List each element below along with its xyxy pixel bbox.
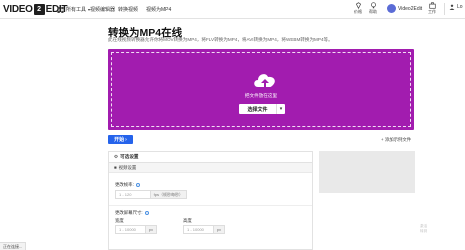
video-camera-icon: ■ — [114, 165, 117, 170]
width-input[interactable]: 1 - 10000 px — [115, 225, 157, 234]
pricing-label: 价格 — [354, 9, 362, 14]
start-label: 开始 — [114, 137, 125, 143]
nav-convert-video-label: 转换视频 — [118, 7, 139, 13]
optional-settings-title: 可选设置 — [120, 154, 139, 159]
help-icon[interactable] — [135, 182, 140, 187]
account-menu[interactable]: Video2Edit — [387, 4, 422, 13]
help-label: 帮助 — [369, 9, 377, 14]
height-unit: px — [212, 226, 224, 233]
frame-rate-placeholder: 1 - 120 — [119, 192, 132, 197]
video-settings-title: 视频设置 — [118, 164, 137, 170]
account-label: Video2Edit — [398, 5, 423, 12]
gear-icon: ⚙ — [114, 154, 119, 159]
section-divider — [109, 205, 312, 206]
width-placeholder: 1 - 10000 — [119, 227, 136, 232]
arrow-right-icon: › — [125, 136, 127, 143]
width-label: 宽度 — [115, 218, 124, 223]
frame-rate-label: 更改帧率: — [115, 182, 140, 188]
login-label: Lo — [457, 4, 463, 10]
page-subtitle: 此在线视频转换器允许你将MOV转换为MP4，将FLV转换为MP4，将AVI转换为… — [108, 37, 333, 42]
nav-all-tools-label: 所有工具 — [66, 7, 87, 13]
user-icon — [449, 4, 455, 10]
chevron-down-icon[interactable]: ▾ — [276, 104, 285, 114]
lightbulb-icon — [370, 2, 376, 9]
frame-rate-input[interactable]: 1 - 120 fps（帧秒每秒） — [115, 190, 187, 199]
drop-text: 把文件放在这里 — [244, 93, 278, 98]
top-navigation-bar: VIDEO 2 EDIT 所有工具 ▾ 视频编辑器 转换视频 视频为MP4 价格… — [0, 0, 465, 19]
screen-size-label: 更改屏幕尺寸: — [115, 210, 149, 216]
workspace-link[interactable]: 工作 — [428, 2, 436, 15]
briefcase-icon — [428, 2, 436, 9]
nav-video-editor-label: 视频编辑器 — [90, 7, 116, 13]
frame-rate-unit: fps（帧秒每秒） — [149, 191, 186, 198]
watermark-line-2: 转到 — [420, 229, 428, 233]
nav-video-to-mp4[interactable]: 视频为MP4 — [146, 6, 171, 13]
avatar — [387, 4, 396, 13]
diamond-icon — [355, 2, 361, 9]
choose-file-label: 选择文件 — [247, 106, 268, 113]
optional-settings-panel: ⚙ 可选设置 ■ 视频设置 更改帧率: 1 - 120 fps（帧秒每秒） 更改… — [108, 151, 313, 250]
height-input[interactable]: 1 - 10000 px — [183, 225, 225, 234]
nav-convert-video[interactable]: 转换视频 — [118, 6, 138, 13]
frame-rate-label-text: 更改帧率: — [115, 182, 134, 187]
login-button[interactable]: Lo — [449, 4, 463, 10]
logo-mark: 2 — [33, 3, 45, 15]
grid-icon — [57, 6, 64, 13]
screen-size-label-text: 更改屏幕尺寸: — [115, 210, 143, 215]
ad-placeholder — [319, 151, 415, 193]
nav-video-to-mp4-label: 视频为MP4 — [146, 7, 172, 13]
add-example-label: 添加示例文件 — [384, 137, 412, 142]
add-example-file-button[interactable]: + 添加示例文件 — [381, 137, 411, 143]
workspace-label: 工作 — [428, 9, 436, 14]
start-button[interactable]: 开始 › — [108, 135, 133, 144]
plus-icon: + — [381, 137, 384, 142]
cloud-upload-icon — [254, 74, 275, 87]
width-unit: px — [144, 226, 156, 233]
upload-dropzone[interactable]: 把文件放在这里 选择文件 ▾ — [108, 49, 414, 130]
video-settings-section[interactable]: ■ 视频设置 — [109, 163, 312, 173]
nav-all-tools[interactable]: 所有工具 ▾ — [57, 6, 90, 13]
nav-video-editor[interactable]: 视频编辑器 — [90, 6, 115, 13]
help-icon[interactable] — [144, 210, 149, 215]
height-label: 高度 — [183, 218, 192, 223]
browser-status-bar: 正在连接... — [0, 242, 27, 250]
activation-watermark: 激活 转到 — [420, 224, 427, 234]
header-divider — [444, 3, 445, 15]
help-link[interactable]: 帮助 — [369, 2, 377, 15]
pricing-link[interactable]: 价格 — [354, 2, 362, 15]
upload-dropzone-border: 把文件放在这里 选择文件 ▾ — [111, 52, 411, 127]
height-placeholder: 1 - 10000 — [187, 227, 204, 232]
choose-file-button[interactable]: 选择文件 ▾ — [239, 104, 285, 114]
optional-settings-header[interactable]: ⚙ 可选设置 — [109, 152, 312, 163]
logo-text-left: VIDEO — [3, 3, 33, 15]
